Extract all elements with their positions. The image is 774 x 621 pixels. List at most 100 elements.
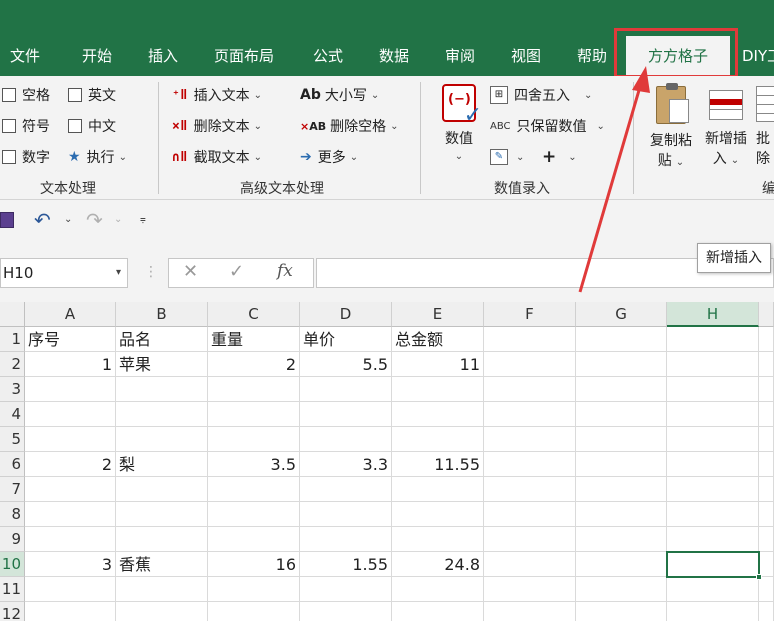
grid-cell[interactable] xyxy=(667,602,759,621)
grid-cell[interactable] xyxy=(392,477,484,502)
grid-cell[interactable] xyxy=(667,452,759,477)
cell-b1[interactable]: 品名 xyxy=(116,327,208,352)
fill-handle[interactable] xyxy=(756,574,762,580)
cell-a1[interactable]: 序号 xyxy=(25,327,116,352)
grid-cell[interactable] xyxy=(208,577,300,602)
grid-cell[interactable] xyxy=(392,602,484,621)
cell-d1[interactable]: 单价 xyxy=(300,327,392,352)
grid-cell[interactable] xyxy=(208,477,300,502)
grid-cell[interactable] xyxy=(25,527,116,552)
cell-b6[interactable]: 梨 xyxy=(116,452,208,477)
column-header-d[interactable]: D xyxy=(300,302,392,327)
grid-cell[interactable] xyxy=(300,402,392,427)
row-header-5[interactable]: 5 xyxy=(0,427,25,452)
grid-cell[interactable] xyxy=(25,427,116,452)
grid-cell[interactable] xyxy=(759,427,774,452)
column-header-i[interactable] xyxy=(759,302,774,327)
cell-e6[interactable]: 11.55 xyxy=(392,452,484,477)
cell-e2[interactable]: 11 xyxy=(392,352,484,377)
grid-cell[interactable] xyxy=(484,427,576,452)
grid-cell[interactable] xyxy=(300,427,392,452)
grid-cell[interactable] xyxy=(484,602,576,621)
grid-cell[interactable] xyxy=(576,377,667,402)
grid-cell[interactable] xyxy=(25,602,116,621)
grid-cell[interactable] xyxy=(25,377,116,402)
grid-cell[interactable] xyxy=(667,527,759,552)
grid-cell[interactable] xyxy=(759,452,774,477)
grid-cell[interactable] xyxy=(484,502,576,527)
grid-cell[interactable] xyxy=(116,477,208,502)
grid-cell[interactable] xyxy=(667,352,759,377)
grid-cell[interactable] xyxy=(576,602,667,621)
grid-cell[interactable] xyxy=(392,377,484,402)
grid-cell[interactable] xyxy=(116,377,208,402)
grid-cell[interactable] xyxy=(300,602,392,621)
grid-cell[interactable] xyxy=(759,527,774,552)
grid-cell[interactable] xyxy=(759,327,774,352)
cell-e10[interactable]: 24.8 xyxy=(392,552,484,577)
grid-cell[interactable] xyxy=(576,427,667,452)
grid-cell[interactable] xyxy=(576,452,667,477)
grid-cell[interactable] xyxy=(667,477,759,502)
row-header-6[interactable]: 6 xyxy=(0,452,25,477)
grid-cell[interactable] xyxy=(759,402,774,427)
cell-c6[interactable]: 3.5 xyxy=(208,452,300,477)
grid-cell[interactable] xyxy=(208,527,300,552)
grid-cell[interactable] xyxy=(300,577,392,602)
grid-cell[interactable] xyxy=(25,402,116,427)
grid-cell[interactable] xyxy=(484,402,576,427)
grid-cell[interactable] xyxy=(300,502,392,527)
row-header-1[interactable]: 1 xyxy=(0,327,25,352)
grid-cell[interactable] xyxy=(759,477,774,502)
grid-cell[interactable] xyxy=(667,577,759,602)
cell-a6[interactable]: 2 xyxy=(25,452,116,477)
grid-cell[interactable] xyxy=(300,377,392,402)
cell-e1[interactable]: 总金额 xyxy=(392,327,484,352)
grid-cell[interactable] xyxy=(667,502,759,527)
grid-cell[interactable] xyxy=(667,327,759,352)
grid-cell[interactable] xyxy=(759,352,774,377)
active-cell-h10[interactable] xyxy=(666,551,760,578)
grid-cell[interactable] xyxy=(576,327,667,352)
row-header-9[interactable]: 9 xyxy=(0,527,25,552)
grid-cell[interactable] xyxy=(576,527,667,552)
column-header-c[interactable]: C xyxy=(208,302,300,327)
column-header-b[interactable]: B xyxy=(116,302,208,327)
grid-cell[interactable] xyxy=(667,427,759,452)
cell-c2[interactable]: 2 xyxy=(208,352,300,377)
grid-cell[interactable] xyxy=(300,527,392,552)
column-header-g[interactable]: G xyxy=(576,302,667,327)
grid-cell[interactable] xyxy=(576,577,667,602)
grid-cell[interactable] xyxy=(208,402,300,427)
grid-cell[interactable] xyxy=(116,427,208,452)
grid-cell[interactable] xyxy=(484,327,576,352)
row-header-12[interactable]: 12 xyxy=(0,602,25,621)
grid-cell[interactable] xyxy=(208,602,300,621)
column-header-h[interactable]: H xyxy=(667,302,759,327)
grid-cell[interactable] xyxy=(759,502,774,527)
cell-c10[interactable]: 16 xyxy=(208,552,300,577)
grid-cell[interactable] xyxy=(116,577,208,602)
grid-cell[interactable] xyxy=(392,427,484,452)
column-header-a[interactable]: A xyxy=(25,302,116,327)
grid-cell[interactable] xyxy=(392,502,484,527)
grid-cell[interactable] xyxy=(667,402,759,427)
grid-cell[interactable] xyxy=(208,502,300,527)
grid-cell[interactable] xyxy=(208,377,300,402)
row-header-10[interactable]: 10 xyxy=(0,552,25,577)
grid-cell[interactable] xyxy=(667,377,759,402)
row-header-8[interactable]: 8 xyxy=(0,502,25,527)
grid-cell[interactable] xyxy=(300,477,392,502)
grid-cell[interactable] xyxy=(392,527,484,552)
grid-cell[interactable] xyxy=(759,577,774,602)
grid-cell[interactable] xyxy=(392,577,484,602)
grid-cell[interactable] xyxy=(25,577,116,602)
row-header-2[interactable]: 2 xyxy=(0,352,25,377)
grid-cell[interactable] xyxy=(392,402,484,427)
cell-d6[interactable]: 3.3 xyxy=(300,452,392,477)
cell-c1[interactable]: 重量 xyxy=(208,327,300,352)
row-header-7[interactable]: 7 xyxy=(0,477,25,502)
grid-cell[interactable] xyxy=(25,477,116,502)
grid-cell[interactable] xyxy=(484,577,576,602)
grid-cell[interactable] xyxy=(759,377,774,402)
